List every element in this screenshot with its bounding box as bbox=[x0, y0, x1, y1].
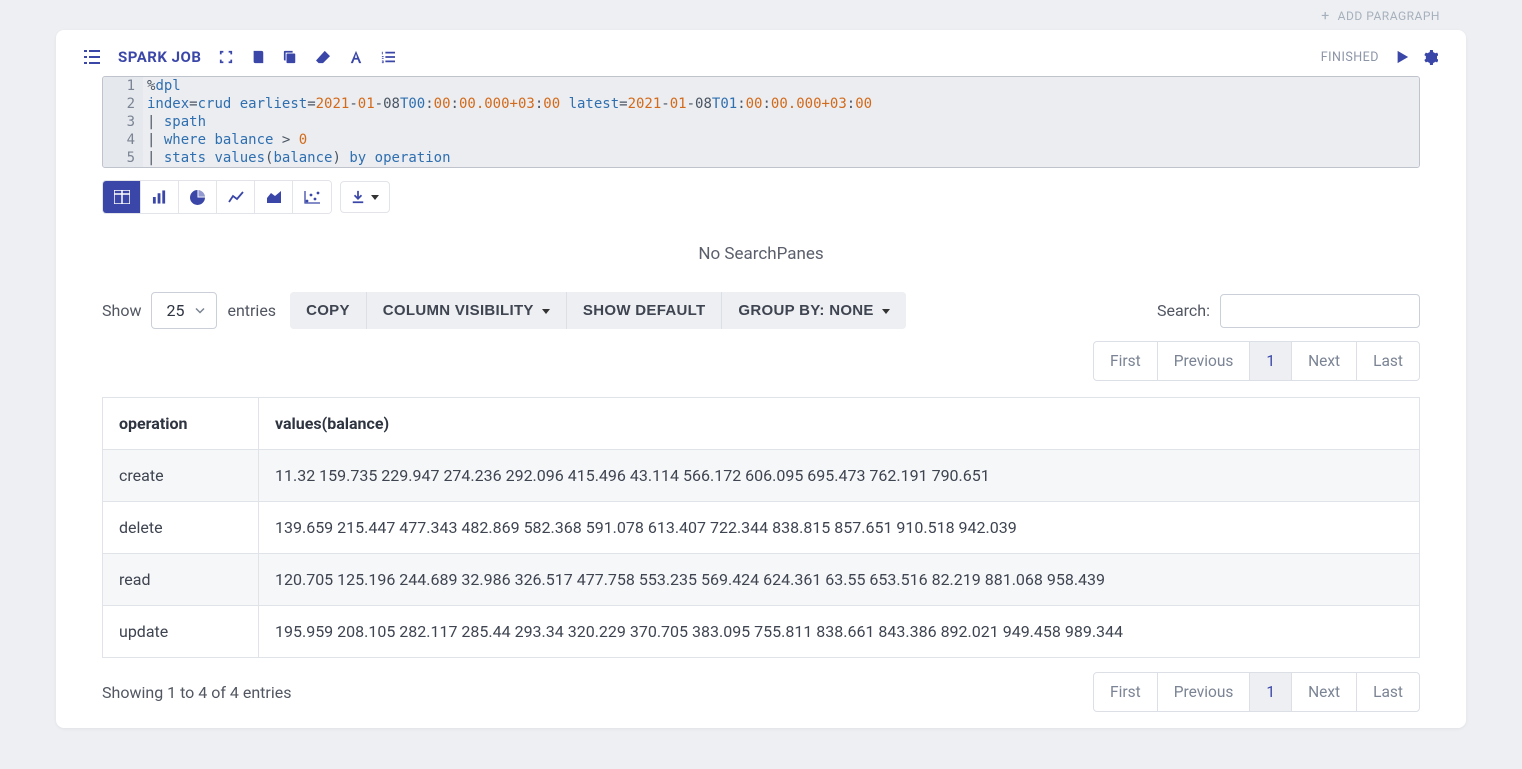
code-line: %dpl bbox=[143, 77, 1419, 95]
jobs-icon[interactable] bbox=[84, 49, 100, 65]
download-button[interactable] bbox=[340, 181, 390, 213]
cell-values: 195.959 208.105 282.117 285.44 293.34 32… bbox=[259, 606, 1420, 658]
copy-button[interactable]: COPY bbox=[290, 292, 366, 329]
table-action-buttons: COPY COLUMN VISIBILITY SHOW DEFAULT GROU… bbox=[290, 292, 906, 329]
visualization-toolbar bbox=[102, 180, 1420, 214]
code-line: index=crud earliest=2021-01-08T00:00:00.… bbox=[143, 95, 1419, 113]
line-number: 1 bbox=[103, 77, 143, 95]
page-last[interactable]: Last bbox=[1356, 341, 1420, 381]
cell-operation: read bbox=[103, 554, 259, 606]
page-first[interactable]: First bbox=[1093, 341, 1158, 381]
numbered-list-icon[interactable] bbox=[381, 50, 395, 64]
column-visibility-button[interactable]: COLUMN VISIBILITY bbox=[366, 292, 566, 329]
bar-chart-icon[interactable] bbox=[141, 181, 179, 213]
page-previous[interactable]: Previous bbox=[1157, 672, 1251, 712]
run-icon[interactable] bbox=[1395, 50, 1409, 64]
search-label: Search: bbox=[1157, 301, 1210, 320]
results-table: operation values(balance) create 11.32 1… bbox=[102, 397, 1420, 658]
code-line: | stats values(balance) by operation bbox=[143, 149, 1419, 167]
area-chart-icon[interactable] bbox=[255, 181, 293, 213]
table-row: update 195.959 208.105 282.117 285.44 29… bbox=[103, 606, 1420, 658]
add-paragraph-label: ADD PARAGRAPH bbox=[1338, 9, 1440, 23]
page-first[interactable]: First bbox=[1093, 672, 1158, 712]
plus-icon: + bbox=[1321, 8, 1329, 24]
line-number: 2 bbox=[103, 95, 143, 113]
cell-operation: delete bbox=[103, 502, 259, 554]
font-icon[interactable] bbox=[349, 50, 363, 64]
show-label: Show bbox=[102, 301, 141, 320]
search-input[interactable] bbox=[1220, 294, 1420, 328]
pagination-bottom: First Previous 1 Next Last bbox=[1094, 672, 1420, 712]
line-number: 4 bbox=[103, 131, 143, 149]
searchpanes-empty: No SearchPanes bbox=[84, 224, 1438, 292]
collapse-icon[interactable] bbox=[219, 50, 233, 64]
paragraph-title: SPARK JOB bbox=[118, 48, 201, 66]
pagination-top: First Previous 1 Next Last bbox=[1094, 341, 1420, 381]
page-size-select[interactable]: 25 bbox=[151, 292, 217, 329]
page-next[interactable]: Next bbox=[1291, 672, 1357, 712]
entries-label: entries bbox=[227, 301, 276, 320]
code-line: | spath bbox=[143, 113, 1419, 131]
table-info: Showing 1 to 4 of 4 entries bbox=[102, 683, 291, 702]
paragraph-card: SPARK JOB bbox=[56, 30, 1466, 728]
book-icon[interactable] bbox=[251, 50, 265, 64]
table-row: read 120.705 125.196 244.689 32.986 326.… bbox=[103, 554, 1420, 606]
pie-chart-icon[interactable] bbox=[179, 181, 217, 213]
chevron-down-icon bbox=[371, 195, 379, 200]
col-operation[interactable]: operation bbox=[103, 398, 259, 450]
download-icon bbox=[351, 190, 365, 204]
run-status: FINISHED bbox=[1321, 50, 1379, 65]
line-number: 5 bbox=[103, 149, 143, 167]
chevron-down-icon bbox=[882, 309, 890, 314]
settings-icon[interactable] bbox=[1423, 50, 1438, 65]
cell-operation: update bbox=[103, 606, 259, 658]
cell-operation: create bbox=[103, 450, 259, 502]
add-paragraph-button[interactable]: + ADD PARAGRAPH bbox=[0, 0, 1522, 30]
chevron-down-icon bbox=[194, 301, 206, 320]
code-line: | where balance > 0 bbox=[143, 131, 1419, 149]
cell-values: 139.659 215.447 477.343 482.869 582.368 … bbox=[259, 502, 1420, 554]
table-controls-row: Show 25 entries COPY COLUMN VISIBILITY S… bbox=[102, 292, 1420, 329]
code-editor[interactable]: 1 %dpl 2 index=crud earliest=2021-01-08T… bbox=[102, 76, 1420, 168]
page-last[interactable]: Last bbox=[1356, 672, 1420, 712]
line-number: 3 bbox=[103, 113, 143, 131]
table-view-icon[interactable] bbox=[103, 181, 141, 213]
table-row: create 11.32 159.735 229.947 274.236 292… bbox=[103, 450, 1420, 502]
table-row: delete 139.659 215.447 477.343 482.869 5… bbox=[103, 502, 1420, 554]
page-previous[interactable]: Previous bbox=[1157, 341, 1251, 381]
table-header-row: operation values(balance) bbox=[103, 398, 1420, 450]
eraser-icon[interactable] bbox=[315, 50, 331, 64]
cell-values: 11.32 159.735 229.947 274.236 292.096 41… bbox=[259, 450, 1420, 502]
cell-values: 120.705 125.196 244.689 32.986 326.517 4… bbox=[259, 554, 1420, 606]
copy-icon[interactable] bbox=[283, 50, 297, 64]
page-number[interactable]: 1 bbox=[1249, 341, 1292, 381]
paragraph-header: SPARK JOB bbox=[84, 42, 1438, 76]
group-by-button[interactable]: GROUP BY: NONE bbox=[721, 292, 906, 329]
page-next[interactable]: Next bbox=[1291, 341, 1357, 381]
col-values-balance[interactable]: values(balance) bbox=[259, 398, 1420, 450]
page-number[interactable]: 1 bbox=[1249, 672, 1292, 712]
line-chart-icon[interactable] bbox=[217, 181, 255, 213]
show-default-button[interactable]: SHOW DEFAULT bbox=[566, 292, 721, 329]
scatter-chart-icon[interactable] bbox=[293, 181, 331, 213]
chevron-down-icon bbox=[542, 309, 550, 314]
page-size-value: 25 bbox=[166, 301, 184, 320]
